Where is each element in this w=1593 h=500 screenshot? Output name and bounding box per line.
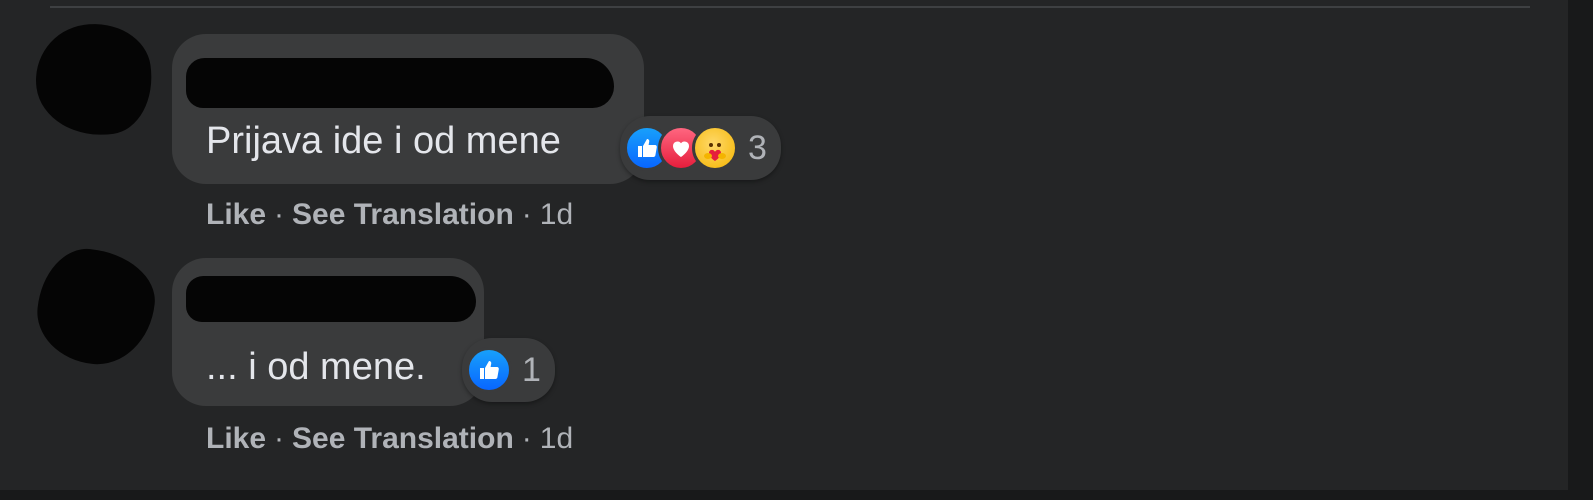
comments-panel: Prijava ide i od mene 3 Like · See Trans… [0, 0, 1568, 490]
like-link[interactable]: Like [206, 198, 266, 231]
reactions-summary[interactable]: 3 [620, 116, 781, 180]
avatar-redacted[interactable] [32, 244, 160, 370]
see-translation-link[interactable]: See Translation [292, 198, 514, 231]
reaction-count: 1 [522, 350, 541, 389]
timestamp[interactable]: 1d [540, 198, 573, 231]
comment-text: Prijava ide i od mene [206, 120, 561, 162]
author-name-redacted[interactable] [186, 276, 476, 322]
separator-dot: · [521, 198, 532, 231]
divider [50, 6, 1530, 8]
like-link[interactable]: Like [206, 422, 266, 455]
comment-actions: Like · See Translation · 1d [206, 422, 573, 456]
comment-bubble: Prijava ide i od mene [172, 34, 644, 184]
comment-text: ... i od mene. [206, 346, 426, 388]
separator-dot: · [274, 198, 285, 231]
care-icon [692, 125, 738, 171]
like-icon [466, 347, 512, 393]
author-name-redacted[interactable] [186, 58, 614, 108]
separator-dot: · [521, 422, 532, 455]
see-translation-link[interactable]: See Translation [292, 422, 514, 455]
comment-actions: Like · See Translation · 1d [206, 198, 573, 232]
avatar-redacted[interactable] [28, 16, 160, 144]
timestamp[interactable]: 1d [540, 422, 573, 455]
reaction-count: 3 [748, 128, 767, 167]
separator-dot: · [274, 422, 285, 455]
comment-bubble: ... i od mene. [172, 258, 484, 406]
reactions-summary[interactable]: 1 [462, 338, 555, 402]
